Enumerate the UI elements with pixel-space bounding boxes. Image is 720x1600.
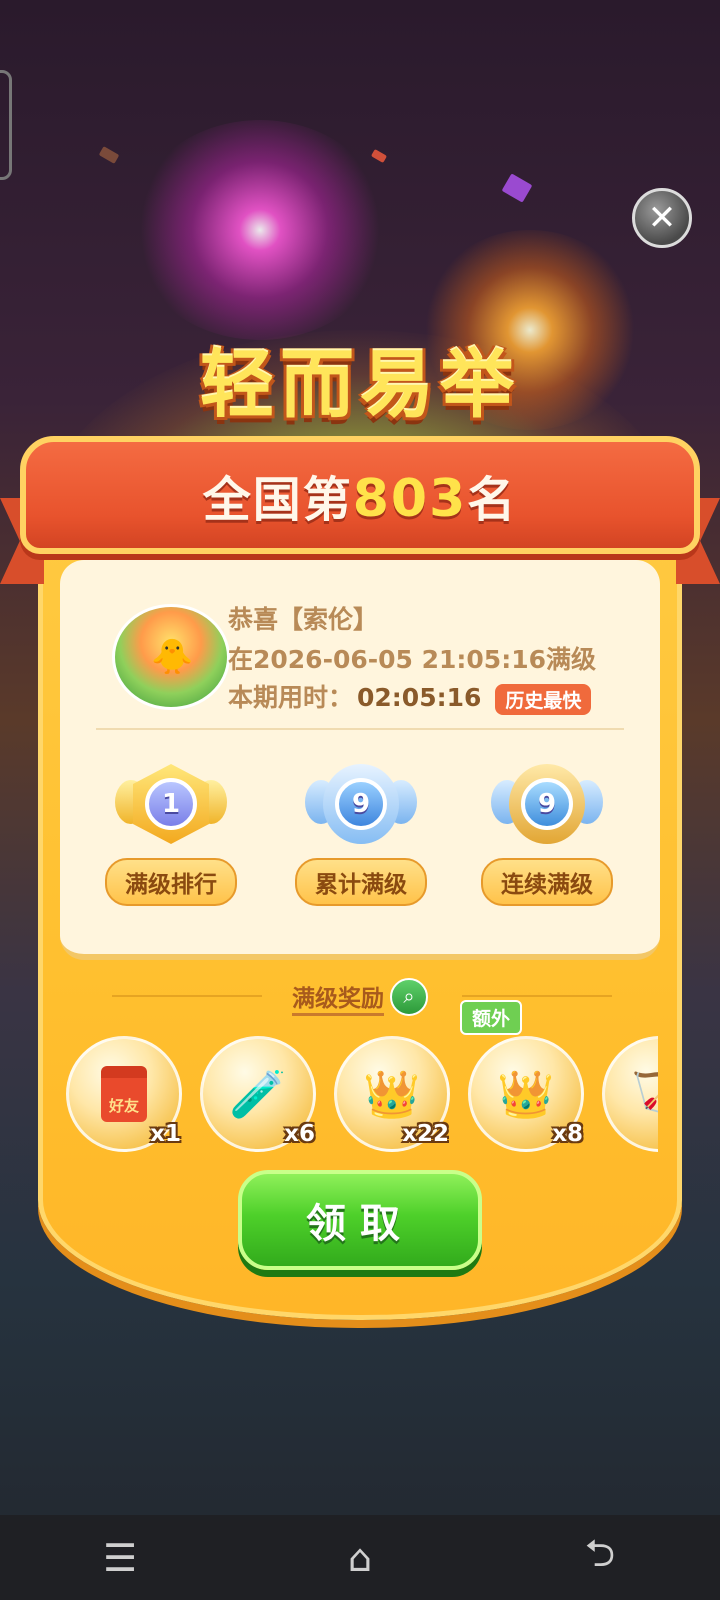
max-level-time: 在2026-06-05 21:05:16满级	[228, 645, 596, 674]
potion-icon: 🧪	[229, 1067, 287, 1121]
reward-qty: x1	[150, 1121, 181, 1147]
reward-item[interactable]: 🧪 x6	[200, 1036, 316, 1152]
stat-streak-max-level[interactable]: 9 连续满级	[472, 760, 622, 906]
side-tab[interactable]	[0, 70, 12, 180]
rank-prefix: 全国第	[202, 472, 353, 528]
reward-item[interactable]: 🏹	[602, 1036, 658, 1152]
reward-item[interactable]: 👑 x22	[334, 1036, 450, 1152]
stat-label: 连续满级	[481, 858, 613, 906]
page-title: 轻而易举	[200, 342, 520, 428]
winged-medal-icon: 9	[305, 760, 417, 850]
reward-qty: x22	[402, 1121, 449, 1147]
info-card: 🐥 恭喜【索伦】 在2026-06-05 21:05:16满级 本期用时： 02:…	[60, 560, 660, 960]
medal: 9	[323, 764, 399, 844]
rank-text: 全国第803名	[203, 460, 518, 530]
reward-title[interactable]: 满级奖励	[292, 979, 384, 1016]
extra-tag: 额外	[460, 1000, 523, 1035]
chick-icon: 🐥	[151, 637, 194, 677]
system-nav-bar: ☰ ⌂ ⮌	[0, 1515, 720, 1600]
period-time: 本期用时： 02:05:16 历史最快	[228, 678, 592, 715]
red-envelope-icon: 好友	[101, 1066, 147, 1122]
avatar[interactable]: 🐥	[112, 604, 230, 710]
time-value: 02:05:16	[357, 683, 482, 712]
stat-total-max-level[interactable]: 9 累计满级	[286, 760, 436, 906]
close-icon: ✕	[647, 198, 677, 238]
stat-value: 1	[145, 778, 197, 830]
crown-icon: 👑	[363, 1067, 421, 1121]
back-icon[interactable]: ⮌	[560, 1525, 640, 1590]
rank-number: 803	[352, 469, 468, 529]
shield: 1	[133, 764, 209, 844]
menu-icon[interactable]: ☰	[80, 1536, 160, 1580]
time-label: 本期用时：	[228, 683, 354, 712]
home-icon[interactable]: ⌂	[320, 1536, 400, 1580]
reward-list[interactable]: 好友 x1 🧪 x6 👑 x22 👑 x8 🏹	[38, 1030, 658, 1160]
close-button[interactable]: ✕	[632, 188, 692, 248]
stat-label: 累计满级	[295, 858, 427, 906]
confetti	[501, 173, 533, 203]
rank-ribbon: 全国第803名	[20, 436, 700, 554]
bow-icon: 🏹	[631, 1071, 658, 1117]
reward-item[interactable]: 👑 x8	[468, 1036, 584, 1152]
status-badge: 历史最快	[495, 683, 592, 715]
reward-qty: x6	[284, 1121, 315, 1147]
crown-icon: 👑	[497, 1067, 555, 1121]
medal: 9	[509, 764, 585, 844]
reward-header: 满级奖励 ⌕	[0, 978, 720, 1016]
stat-max-level-rank[interactable]: 1 满级排行	[96, 760, 246, 906]
stat-value: 9	[521, 778, 573, 830]
rank-suffix: 名	[467, 472, 518, 528]
magnifier-icon[interactable]: ⌕	[390, 978, 428, 1016]
crown-shield-icon: 1	[115, 760, 227, 850]
divider	[96, 728, 624, 730]
crowned-medal-icon: 9	[491, 760, 603, 850]
congrats-line: 恭喜【索伦】	[228, 605, 379, 634]
firework-pink	[130, 120, 390, 340]
reward-qty: x8	[552, 1121, 583, 1147]
confetti	[370, 149, 388, 163]
stat-label: 满级排行	[105, 858, 237, 906]
claim-button[interactable]: 领取	[238, 1170, 482, 1270]
confetti	[98, 146, 120, 164]
reward-item[interactable]: 好友 x1	[66, 1036, 182, 1152]
stat-value: 9	[335, 778, 387, 830]
